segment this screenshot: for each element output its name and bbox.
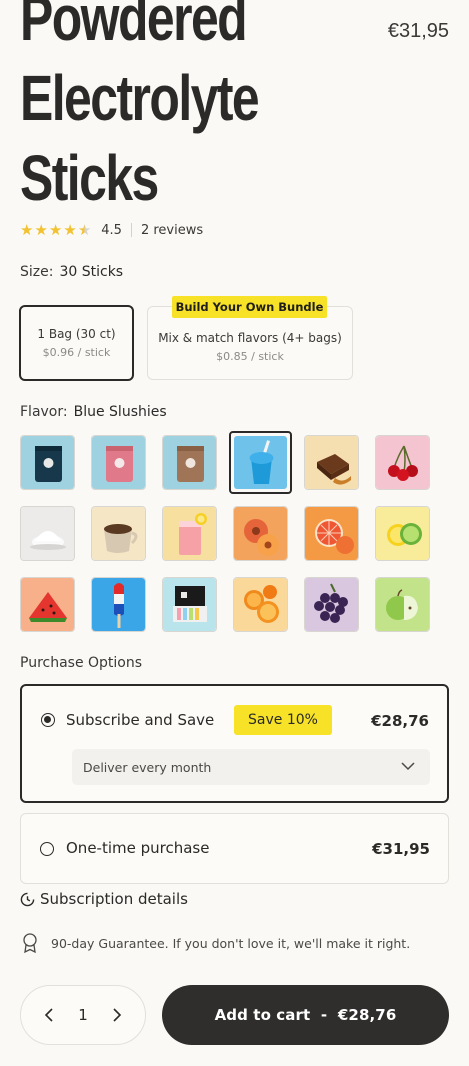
- size-option-1-bag[interactable]: 1 Bag (30 ct) $0.96 / stick: [19, 305, 134, 381]
- quantity-value[interactable]: 1: [78, 1006, 88, 1024]
- flavor-swatch-watermelon[interactable]: [20, 577, 75, 632]
- star-icon: ★: [63, 220, 77, 239]
- title-line-1: Powdered: [20, 0, 248, 54]
- decrease-quantity-button[interactable]: [41, 1007, 57, 1023]
- radio-unselected[interactable]: [40, 842, 54, 856]
- increase-quantity-button[interactable]: [109, 1007, 125, 1023]
- chevron-down-icon: [401, 762, 415, 771]
- bundle-badge: Build Your Own Bundle: [172, 296, 327, 318]
- size-option-price: $0.96 / stick: [42, 346, 111, 359]
- delivery-frequency-select[interactable]: Deliver every month: [72, 749, 430, 785]
- flavor-swatch-pink-pouch[interactable]: [91, 435, 146, 490]
- flavor-swatch-white-powder[interactable]: [20, 506, 75, 561]
- save-badge: Save 10%: [234, 705, 332, 735]
- size-option-price: $0.85 / stick: [216, 350, 284, 363]
- half-star-icon: ★: [77, 220, 92, 239]
- size-selected: 30 Sticks: [59, 264, 124, 280]
- flavor-swatch-chocolate[interactable]: [304, 435, 359, 490]
- star-icon: ★: [20, 220, 34, 239]
- chevron-left-icon: [44, 1008, 53, 1022]
- flavor-swatch-lemon-lime[interactable]: [375, 506, 430, 561]
- flavor-swatch-blue-slushie[interactable]: [229, 431, 292, 494]
- reviews-link[interactable]: 2 reviews: [141, 223, 203, 238]
- size-option-title: Mix & match flavors (4+ bags): [158, 331, 342, 345]
- flavor-swatch-grapes[interactable]: [304, 577, 359, 632]
- flavor-swatch-variety-box[interactable]: [162, 577, 217, 632]
- flavor-swatch-rocket-popsicle[interactable]: [91, 577, 146, 632]
- add-to-cart-button[interactable]: Add to cart - €28,76: [162, 985, 449, 1045]
- star-rating: ★ ★ ★ ★ ★: [20, 220, 92, 239]
- flavor-label: Flavor: Blue Slushies: [20, 404, 167, 420]
- guarantee-note: 90-day Guarantee. If you don't love it, …: [21, 932, 410, 954]
- quantity-stepper[interactable]: 1: [20, 985, 146, 1045]
- medal-icon: [23, 933, 37, 954]
- flavor-swatch-dark-pouch[interactable]: [20, 435, 75, 490]
- divider: [130, 223, 132, 237]
- subscribe-price: €28,76: [371, 712, 429, 730]
- subscription-details-label: Subscription details: [40, 890, 188, 908]
- flavor-selected: Blue Slushies: [73, 404, 167, 420]
- rating-value: 4.5: [101, 222, 122, 238]
- add-to-cart-label: Add to cart - €28,76: [214, 1006, 397, 1024]
- one-time-label: One-time purchase: [66, 839, 210, 857]
- title-line-2: Electrolyte: [20, 62, 260, 134]
- flavor-swatch-coffee-cup[interactable]: [91, 506, 146, 561]
- star-icon: ★: [34, 220, 48, 239]
- radio-selected[interactable]: [41, 713, 55, 727]
- clock-refresh-icon: [20, 892, 35, 906]
- flavor-swatch-grapefruit[interactable]: [304, 506, 359, 561]
- subscription-details-link[interactable]: Subscription details: [20, 890, 188, 908]
- chevron-right-icon: [113, 1008, 122, 1022]
- size-option-title: 1 Bag (30 ct): [37, 327, 116, 341]
- product-price: €31,95: [387, 20, 449, 42]
- size-label: Size: 30 Sticks: [20, 264, 124, 280]
- subscribe-option[interactable]: Subscribe and Save Save 10% €28,76 Deliv…: [20, 684, 449, 803]
- guarantee-text: 90-day Guarantee. If you don't love it, …: [51, 935, 411, 951]
- delivery-frequency-value: Deliver every month: [83, 759, 212, 775]
- star-icon: ★: [48, 220, 63, 239]
- flavor-swatch-brown-pouch[interactable]: [162, 435, 217, 490]
- product-title: Powdered Electrolyte Sticks: [20, 0, 260, 218]
- flavor-swatch-peach[interactable]: [233, 506, 288, 561]
- one-time-option[interactable]: One-time purchase €31,95: [20, 813, 449, 884]
- subscribe-label: Subscribe and Save: [66, 711, 215, 729]
- flavor-swatch-cherries[interactable]: [375, 435, 430, 490]
- flavor-swatch-green-apple[interactable]: [375, 577, 430, 632]
- one-time-price: €31,95: [372, 840, 430, 858]
- title-line-3: Sticks: [20, 142, 159, 214]
- purchase-options-label: Purchase Options: [20, 655, 143, 671]
- rating-row[interactable]: ★ ★ ★ ★ ★ 4.5 2 reviews: [20, 220, 203, 240]
- flavor-swatch-orange[interactable]: [233, 577, 288, 632]
- flavor-swatch-pink-lemonade[interactable]: [162, 506, 217, 561]
